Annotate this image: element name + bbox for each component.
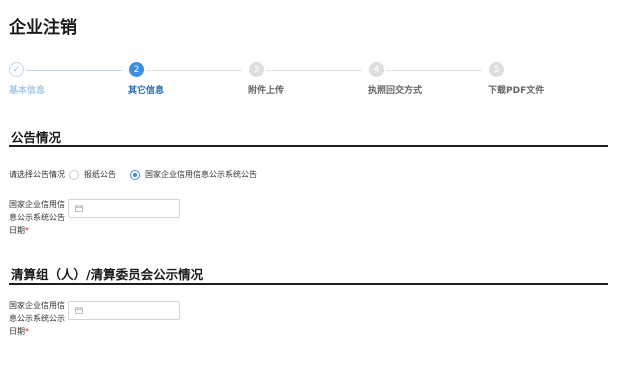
radio-label: 报纸公告 [84,170,116,179]
section-title-liquidation: 清算组（人）/清算委员会公示情况 [11,267,204,282]
announcement-radio-group: 报纸公告 国家企业信用信息公示系统公告 [69,169,271,180]
required-mark: * [25,327,29,336]
step-number: 2 [129,62,144,77]
announcement-select-label: 请选择公告情况 [9,170,65,179]
label-line: 息公示系统公示 [9,314,65,323]
radio-label: 国家企业信用信息公示系统公告 [145,170,257,179]
label-line: 国家企业信用信 [9,200,65,209]
calendar-icon [75,205,83,212]
step-label: 执照回交方式 [368,86,423,96]
section-title-announcement: 公告情况 [11,130,62,145]
step-connector [386,70,482,71]
announcement-date-input[interactable] [68,199,180,218]
check-icon: ✓ [9,62,24,77]
radio-button[interactable] [69,169,79,180]
calendar-icon [75,307,83,314]
step-connector [266,70,362,71]
label-line: 息公示系统公告 [9,213,65,222]
step-connector [146,70,242,71]
required-mark: * [25,226,29,235]
step-number: 3 [249,62,264,77]
radio-button-checked[interactable] [130,169,140,180]
label-line: 日期 [9,327,25,336]
step-label: 基本信息 [9,86,46,96]
step-label: 附件上传 [248,86,285,96]
label-line: 日期 [9,226,25,235]
liquidation-date-input[interactable] [68,301,180,320]
step-label: 下载PDF文件 [488,86,545,96]
label-line: 国家企业信用信 [9,301,65,310]
page-title: 企业注销 [9,18,77,38]
step-label: 其它信息 [128,86,165,96]
section-divider [9,283,608,285]
section-divider [9,145,608,147]
step-progress: ✓ 基本信息 2 其它信息 3 附件上传 4 执照回交方式 5 下载PDF文件 [0,62,640,102]
step-connector [26,70,122,71]
step-number: 4 [369,62,384,77]
radio-option-national-system[interactable]: 国家企业信用信息公示系统公告 [130,169,257,180]
announcement-date-label: 国家企业信用信 息公示系统公告 日期* [9,198,67,237]
step-number: 5 [489,62,504,77]
radio-option-newspaper[interactable]: 报纸公告 [69,169,116,180]
liquidation-date-label: 国家企业信用信 息公示系统公示 日期* [9,299,67,338]
